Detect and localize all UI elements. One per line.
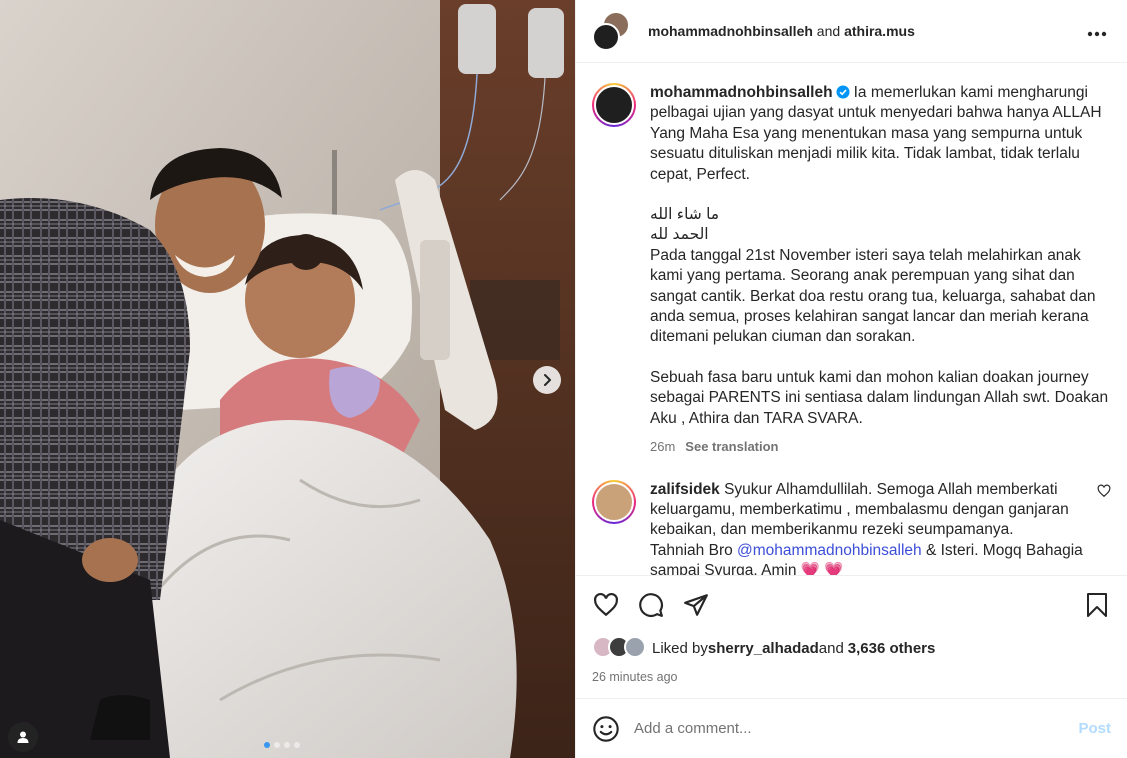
- liker-username-link[interactable]: sherry_alhadad: [708, 640, 819, 657]
- tagged-users-button[interactable]: [8, 722, 38, 752]
- post-timestamp[interactable]: 26 minutes ago: [592, 670, 1111, 684]
- hospital-photo-image: [0, 0, 575, 758]
- save-button[interactable]: [1083, 591, 1111, 619]
- see-translation-button[interactable]: See translation: [685, 439, 778, 454]
- post-photo[interactable]: [0, 0, 575, 758]
- post-caption: mohammadnohbinsalleh Ia memerlukan kami m…: [592, 83, 1111, 458]
- carousel-dot: [274, 742, 280, 748]
- carousel-indicators: [264, 742, 300, 748]
- like-button[interactable]: [592, 591, 620, 619]
- heart-outline-icon: [1097, 484, 1111, 497]
- likes-summary: Liked by sherry_alhadad and 3,636 others: [592, 634, 1111, 662]
- more-horizontal-icon: [1087, 31, 1107, 36]
- post-comment-button[interactable]: Post: [1078, 720, 1111, 737]
- author-avatar[interactable]: [592, 83, 636, 127]
- mention-link[interactable]: @mohammadnohbinsalleh: [737, 542, 922, 559]
- next-image-button[interactable]: [533, 366, 561, 394]
- comment-item: zalifsidek Syukur Alhamdullilah. Semoga …: [592, 479, 1111, 576]
- post-header: mohammadnohbinsalleh and athira.mus: [576, 0, 1127, 63]
- heart-icon: [594, 592, 618, 617]
- caption-arabic-line: الحمد لله: [650, 226, 709, 244]
- collab-avatars[interactable]: [592, 11, 634, 51]
- paper-plane-icon: [684, 594, 708, 616]
- coauthor-username-link[interactable]: athira.mus: [844, 23, 915, 39]
- caption-meta: 26m See translation: [650, 437, 1111, 457]
- commenter-avatar[interactable]: [592, 479, 636, 524]
- caption-text: Pada tanggal 21st November isteri saya t…: [650, 246, 1096, 346]
- comment-text: Tahniah Bro: [650, 541, 738, 559]
- carousel-dot: [284, 742, 290, 748]
- share-button[interactable]: [682, 591, 710, 619]
- likes-prefix: Liked by: [652, 639, 708, 657]
- instagram-post: mohammadnohbinsalleh and athira.mus moha…: [0, 0, 1127, 758]
- likes-joiner: and: [818, 639, 844, 657]
- comment-bubble-icon: [639, 593, 663, 617]
- caption-body: mohammadnohbinsalleh Ia memerlukan kami m…: [650, 83, 1111, 458]
- verified-badge-icon: [836, 85, 850, 99]
- bookmark-icon: [1087, 593, 1107, 617]
- caption-arabic-line: ما شاء الله: [650, 206, 720, 224]
- chevron-right-icon: [544, 374, 551, 386]
- caption-username-link[interactable]: mohammadnohbinsalleh: [650, 84, 833, 101]
- add-comment-bar: Post: [576, 698, 1127, 758]
- comment-input[interactable]: [634, 720, 1079, 737]
- comment-username-link[interactable]: zalifsidek: [650, 481, 720, 498]
- carousel-dot: [264, 742, 270, 748]
- comment-body: zalifsidek Syukur Alhamdullilah. Semoga …: [650, 480, 1111, 576]
- author-username-link[interactable]: mohammadnohbinsalleh: [648, 23, 813, 39]
- avatar: [624, 636, 646, 658]
- likes-count-link[interactable]: 3,636 others: [848, 640, 936, 657]
- post-details-panel: mohammadnohbinsalleh and athira.mus moha…: [575, 0, 1127, 758]
- heart-emoji: 💗 💗: [800, 562, 844, 575]
- caption-time: 26m: [650, 439, 676, 455]
- liker-avatars: [592, 636, 648, 660]
- action-bar: [592, 576, 1111, 634]
- carousel-dot: [294, 742, 300, 748]
- joiner-text: and: [812, 23, 845, 39]
- emoji-icon[interactable]: [592, 715, 620, 743]
- user-icon: [17, 731, 29, 743]
- avatar: [592, 23, 620, 51]
- like-comment-button[interactable]: [1097, 484, 1111, 501]
- caption-text: Sebuah fasa baru untuk kami dan mohon ka…: [650, 368, 1109, 427]
- comments-section[interactable]: mohammadnohbinsalleh Ia memerlukan kami m…: [576, 63, 1127, 575]
- post-actions: Liked by sherry_alhadad and 3,636 others…: [576, 575, 1127, 698]
- more-options-button[interactable]: [1083, 20, 1111, 43]
- comment-button[interactable]: [637, 591, 665, 619]
- collab-title: mohammadnohbinsalleh and athira.mus: [648, 23, 915, 39]
